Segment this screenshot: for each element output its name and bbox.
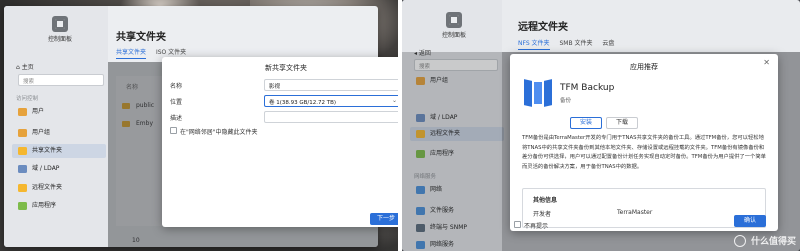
app-icon	[18, 202, 27, 210]
app-category: 备份	[560, 98, 572, 104]
location-label: 位置	[170, 99, 183, 106]
ok-button[interactable]: 确认	[734, 215, 766, 227]
page-title: 共享文件夹	[116, 32, 166, 43]
tfm-backup-logo	[524, 79, 552, 107]
app-title: 控制面板	[47, 36, 72, 43]
tab-shared-folders[interactable]: 共享文件夹	[116, 47, 147, 59]
left-screenshot: 控制面板 ⌂ 主页 搜索 访问控制 用户 用户组 共享文件夹 域 / LDAP	[0, 0, 398, 251]
app-name: TFM Backup	[560, 83, 615, 93]
location-value: 卷 1(38.93 GB/12.72 TB)	[269, 100, 337, 106]
user-icon	[18, 108, 27, 116]
sidebar-item-users[interactable]: 用户	[12, 105, 106, 119]
download-button[interactable]: 下载	[606, 117, 638, 129]
sidebar-item-label: 域 / LDAP	[32, 165, 60, 172]
logo-bar-right	[544, 79, 552, 107]
close-icon[interactable]: ✕	[763, 58, 770, 67]
dialog-title: 新共享文件夹	[265, 64, 307, 72]
home-link[interactable]: ⌂ 主页	[16, 62, 34, 71]
hide-folder-checkbox[interactable]	[170, 127, 177, 134]
sidebar-item-label: 远程文件夹	[32, 184, 63, 191]
location-select[interactable]: 卷 1(38.93 GB/12.72 TB) ⌄	[264, 95, 398, 107]
tab-smb-folders[interactable]: SMB 文件夹	[559, 38, 592, 49]
developer-label: 开发者	[533, 211, 552, 218]
new-shared-folder-dialog: 新共享文件夹 名称 影视 位置 卷 1(38.93 GB/12.72 TB) ⌄…	[162, 57, 398, 227]
dont-show-label: 不再提示	[524, 223, 549, 230]
sidebar-item-label: 用户组	[32, 129, 51, 136]
sidebar-item-applications[interactable]: 应用程序	[12, 199, 106, 213]
dialog-title: 应用推荐	[630, 63, 658, 71]
tab-bar: NFS 文件夹 SMB 文件夹 云盘	[518, 38, 622, 50]
control-panel-icon	[446, 12, 462, 28]
logo-bar-middle	[534, 82, 542, 104]
description-label: 描述	[170, 115, 183, 122]
app-description: TFM备份是由TerraMaster开发的专门用于TNAS共享文件夹的备份工具。…	[522, 135, 766, 170]
remote-folder-icon	[18, 184, 27, 192]
search-input[interactable]: 搜索	[18, 74, 104, 86]
hide-folder-label: 在"网络邻居"中隐藏此文件夹	[180, 129, 258, 136]
app-title: 控制面板	[441, 32, 466, 39]
logo-bar-left	[524, 79, 532, 107]
sidebar: 控制面板 ⌂ 主页 搜索 访问控制 用户 用户组 共享文件夹 域 / LDAP	[4, 6, 108, 247]
watermark: 什么值得买	[750, 237, 796, 247]
sidebar-item-user-groups[interactable]: 用户组	[12, 126, 106, 140]
search-placeholder: 搜索	[23, 79, 35, 85]
page-title: 远程文件夹	[518, 22, 568, 33]
app-recommendation-dialog: 应用推荐 ✕ TFM Backup 备份 安装 下载 TFM备份是由TerraM…	[510, 54, 778, 231]
home-label: 主页	[21, 64, 34, 71]
folder-icon	[18, 147, 27, 155]
modal-overlay	[402, 52, 502, 251]
info-section: 其他信息 开发者 TerraMaster	[522, 188, 766, 228]
name-label: 名称	[170, 83, 183, 90]
section-access-control: 访问控制	[16, 96, 39, 102]
user-group-icon	[18, 129, 27, 137]
sidebar-item-label: 应用程序	[32, 202, 57, 209]
dont-show-checkbox[interactable]	[514, 221, 521, 228]
name-field[interactable]: 影视	[264, 79, 398, 91]
tab-nfs-folders[interactable]: NFS 文件夹	[518, 38, 550, 50]
watermark-logo-icon	[734, 235, 746, 247]
info-title: 其他信息	[533, 197, 558, 204]
domain-icon	[18, 165, 27, 173]
developer-value: TerraMaster	[617, 209, 653, 216]
install-button[interactable]: 安装	[570, 117, 602, 129]
sidebar-item-domain-ldap[interactable]: 域 / LDAP	[12, 162, 106, 176]
sidebar-item-label: 共享文件夹	[32, 147, 63, 154]
sidebar-item-label: 用户	[32, 108, 45, 115]
right-screenshot: 控制面板 ◂ 返回 搜索 用户组 域 / LDAP 远程文件夹 应用程序 网络服…	[402, 0, 800, 251]
control-panel-icon	[52, 16, 68, 32]
name-value: 影视	[269, 84, 281, 90]
tab-cloud-drive[interactable]: 云盘	[602, 38, 614, 49]
chevron-down-icon: ⌄	[391, 97, 397, 104]
description-field[interactable]	[264, 111, 398, 123]
next-button[interactable]: 下一步	[370, 213, 398, 225]
sidebar-item-shared-folders[interactable]: 共享文件夹	[12, 144, 106, 158]
sidebar-item-remote-folders[interactable]: 远程文件夹	[12, 181, 106, 195]
